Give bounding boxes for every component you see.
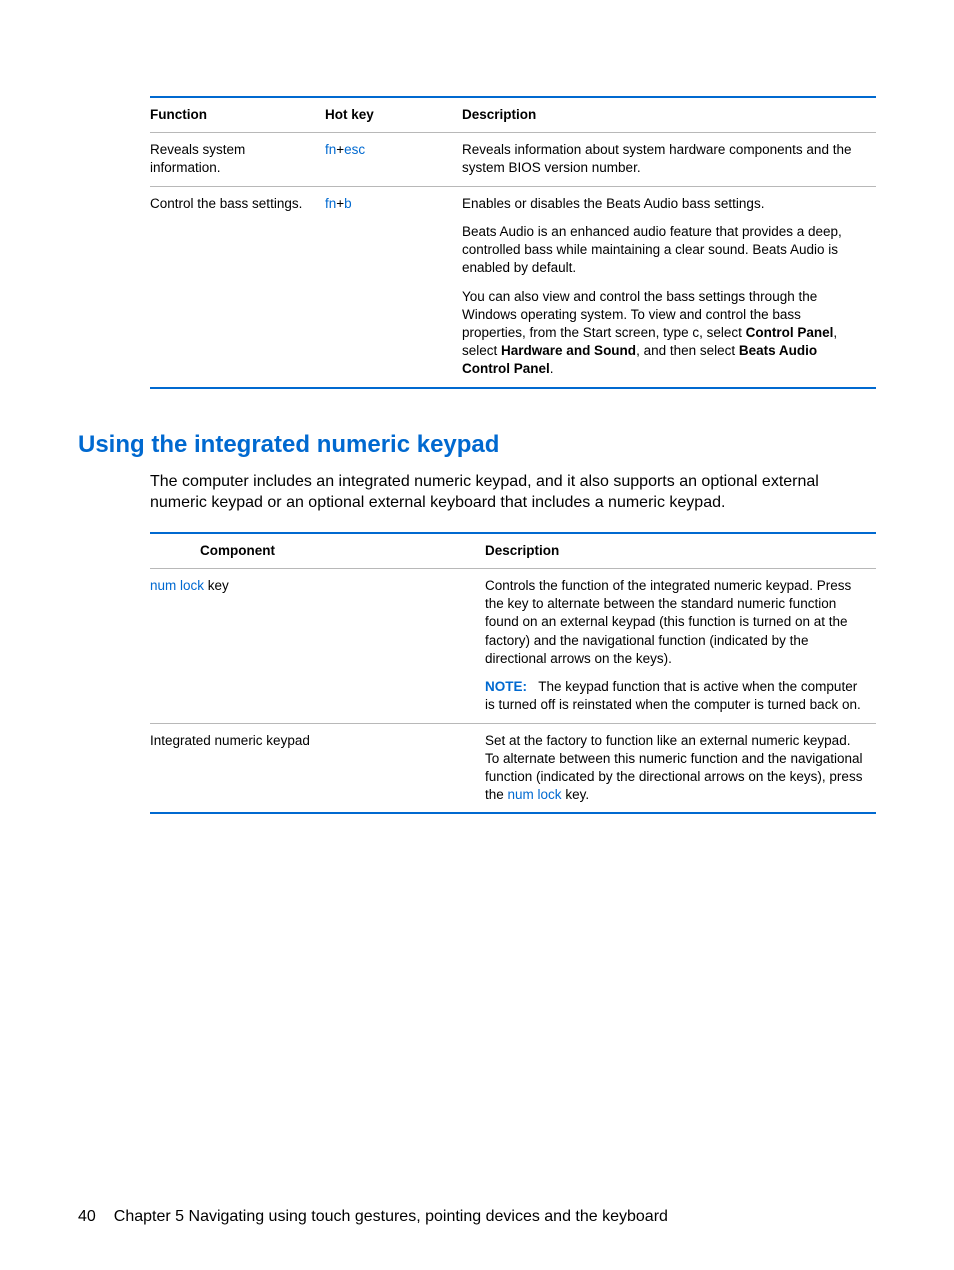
hotkey-table: Function Hot key Description Reveals sys…: [150, 96, 876, 389]
cell-description: Enables or disables the Beats Audio bass…: [462, 186, 876, 387]
hotkey-sep: +: [336, 196, 344, 211]
cell-description: Controls the function of the integrated …: [485, 569, 876, 724]
note-label: NOTE:: [485, 679, 527, 694]
desc-para: Set at the factory to function like an e…: [485, 732, 868, 805]
hotkey-key: esc: [344, 142, 365, 157]
numlock-term: num lock: [150, 578, 204, 593]
cell-hotkey: fn+b: [325, 186, 462, 387]
note-para: NOTE: The keypad function that is active…: [485, 678, 868, 714]
table-row: Control the bass settings. fn+b Enables …: [150, 186, 876, 387]
chapter-title: Chapter 5 Navigating using touch gesture…: [114, 1208, 668, 1225]
th-hotkey: Hot key: [325, 97, 462, 133]
desc-para: You can also view and control the bass s…: [462, 288, 868, 379]
cell-component: num lock key: [150, 569, 485, 724]
desc-para: Controls the function of the integrated …: [485, 577, 868, 668]
desc-para: Beats Audio is an enhanced audio feature…: [462, 223, 868, 278]
desc-para: Enables or disables the Beats Audio bass…: [462, 195, 868, 213]
th-description: Description: [462, 97, 876, 133]
th-function: Function: [150, 97, 325, 133]
hotkey-sep: +: [336, 142, 344, 157]
hotkey-key: b: [344, 196, 352, 211]
page-footer: 40 Chapter 5 Navigating using touch gestu…: [78, 1208, 668, 1226]
keypad-table: Component Description num lock key Contr…: [150, 532, 876, 815]
table-row: num lock key Controls the function of th…: [150, 569, 876, 724]
cell-component: Integrated numeric keypad: [150, 723, 485, 813]
section-heading: Using the integrated numeric keypad: [78, 431, 876, 459]
hotkey-fn: fn: [325, 196, 336, 211]
hotkey-fn: fn: [325, 142, 336, 157]
desc-para: Reveals information about system hardwar…: [462, 141, 868, 177]
cell-hotkey: fn+esc: [325, 133, 462, 186]
page-number: 40: [78, 1208, 96, 1226]
cell-function: Reveals system information.: [150, 133, 325, 186]
cell-description: Set at the factory to function like an e…: [485, 723, 876, 813]
th-component: Component: [150, 533, 485, 569]
table-row: Integrated numeric keypad Set at the fac…: [150, 723, 876, 813]
cell-function: Control the bass settings.: [150, 186, 325, 387]
table-row: Reveals system information. fn+esc Revea…: [150, 133, 876, 186]
cell-description: Reveals information about system hardwar…: [462, 133, 876, 186]
numlock-term: num lock: [508, 787, 562, 802]
th-description: Description: [485, 533, 876, 569]
section-intro: The computer includes an integrated nume…: [150, 471, 876, 514]
